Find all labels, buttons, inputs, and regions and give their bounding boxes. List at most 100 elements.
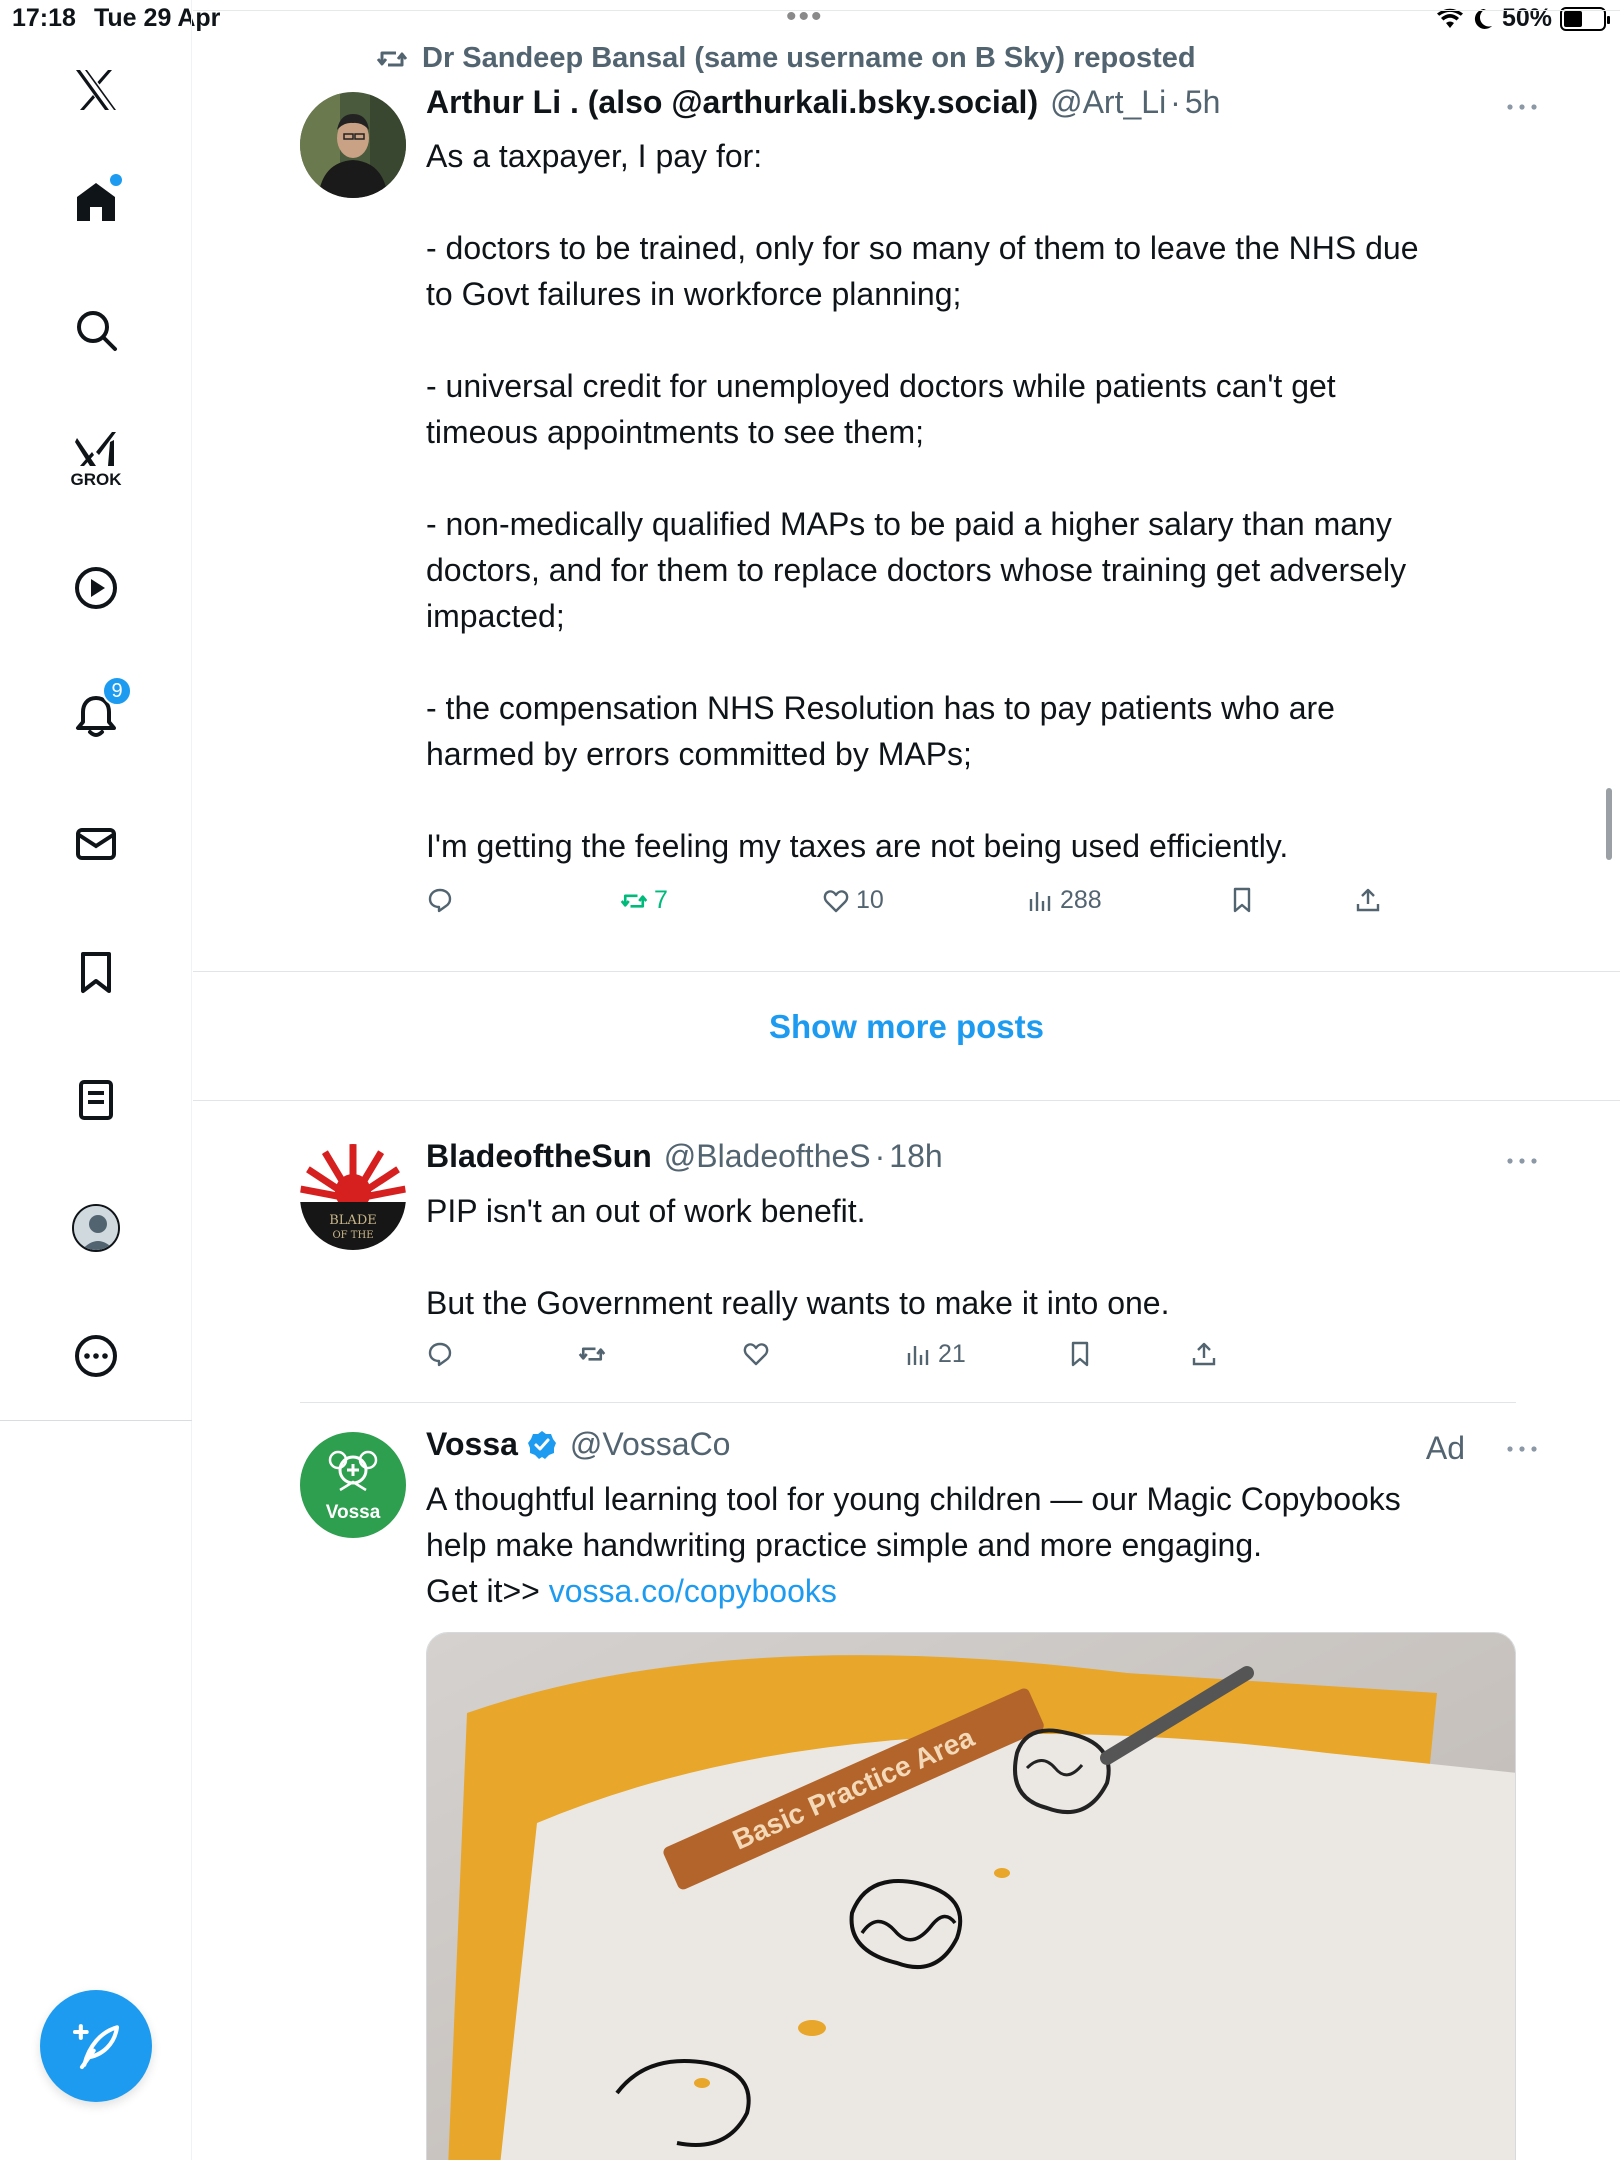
nav-video[interactable] [64, 556, 128, 620]
tweet-actions: 7 10 288 [426, 886, 1426, 926]
tweet-line: - doctors to be trained, only for so man… [426, 230, 1419, 266]
lists-icon [79, 1080, 113, 1120]
nav-grok[interactable]: GROK [64, 420, 128, 489]
author-name[interactable]: Vossa [426, 1426, 518, 1463]
tweet-text: As a taxpayer, I pay for: - doctors to b… [426, 133, 1516, 869]
search-icon [77, 311, 117, 351]
tweet-line: - the compensation NHS Resolution has to… [426, 690, 1335, 726]
bookmark-button[interactable] [1066, 1340, 1094, 1368]
tweet-line: Get it>> vossa.co/copybooks [426, 1568, 1516, 1614]
share-icon [1356, 888, 1380, 912]
nav-home[interactable] [64, 170, 128, 234]
nav-profile[interactable] [64, 1196, 128, 1260]
repost-banner-text: Dr Sandeep Bansal (same username on B Sk… [422, 42, 1196, 74]
cta-prefix: Get it>> [426, 1573, 549, 1609]
ad-link[interactable]: vossa.co/copybooks [549, 1573, 837, 1609]
x-logo[interactable] [64, 58, 128, 122]
reply-button[interactable] [426, 1340, 454, 1368]
more-options-icon[interactable] [1502, 1151, 1542, 1171]
heart-icon [823, 889, 849, 912]
tweet-header: BladeoftheSun @BladeoftheS · 18h [426, 1138, 943, 1175]
top-divider [193, 10, 1620, 11]
scrollbar[interactable] [1606, 788, 1612, 860]
tweet-line: A thoughtful learning tool for young chi… [426, 1481, 1401, 1517]
compose-post-button[interactable] [40, 1990, 152, 2102]
tweet-line: PIP isn't an out of work benefit. [426, 1193, 866, 1229]
author-handle[interactable]: @BladeoftheS [664, 1138, 871, 1175]
tweet-line: - universal credit for unemployed doctor… [426, 368, 1336, 404]
avatar-bladeofthesun[interactable]: BLADE OF THE [300, 1144, 406, 1250]
tweet-line: help make handwriting practice simple an… [426, 1527, 1263, 1563]
more-options-icon[interactable] [1502, 1439, 1542, 1459]
sidebar-divider [0, 1420, 192, 1421]
reply-button[interactable] [426, 886, 454, 914]
divider [193, 1100, 1620, 1101]
nav-messages[interactable] [64, 812, 128, 876]
video-play-icon [75, 567, 117, 609]
like-count: 10 [856, 886, 884, 914]
like-button[interactable] [742, 1340, 770, 1368]
views-chart-icon [1029, 891, 1051, 911]
bookmark-button[interactable] [1228, 886, 1256, 914]
ad-label: Ad [1425, 1430, 1465, 1466]
share-button[interactable] [1190, 1340, 1218, 1368]
copybook-photo: Basic Practice Area [427, 1633, 1515, 2160]
repost-banner[interactable]: Dr Sandeep Bansal (same username on B Sk… [376, 42, 1196, 75]
x-logo-icon [76, 70, 116, 110]
tweet-line: to Govt failures in workforce planning; [426, 276, 962, 312]
nav-lists[interactable] [64, 1068, 128, 1132]
repost-icon [578, 1347, 606, 1361]
tweet-line: But the Government really wants to make … [426, 1285, 1170, 1321]
view-count: 288 [1060, 886, 1102, 914]
notification-count-badge: 9 [102, 676, 132, 706]
repost-button[interactable]: 7 [620, 886, 668, 915]
compose-feather-icon [72, 2024, 120, 2070]
author-handle[interactable]: @VossaCo [570, 1426, 731, 1463]
views-button[interactable]: 21 [904, 1340, 966, 1369]
more-circle-icon [75, 1335, 117, 1377]
nav-more[interactable] [64, 1324, 128, 1388]
home-unread-dot [110, 174, 122, 186]
tweet-line: doctors, and for them to replace doctors… [426, 552, 1407, 588]
separator-dot: · [874, 1138, 886, 1174]
view-count: 21 [938, 1340, 966, 1368]
repost-icon [376, 51, 408, 66]
tweet-line: harmed by errors committed by MAPs; [426, 736, 972, 772]
like-button[interactable]: 10 [822, 886, 884, 915]
tweet-line: impacted; [426, 598, 565, 634]
avatar-vossa[interactable]: Vossa [300, 1432, 406, 1538]
avatar-arthur-li[interactable] [300, 92, 406, 198]
divider [300, 1402, 1516, 1403]
separator-dot: · [1170, 84, 1181, 120]
repost-count: 7 [654, 886, 668, 914]
grok-icon [75, 432, 116, 466]
bookmarks-icon [81, 952, 111, 993]
ad-media-image[interactable]: Basic Practice Area [426, 1632, 1516, 2160]
sidebar: GROK 9 [0, 0, 192, 2160]
tweet-time[interactable]: 18h [889, 1138, 942, 1175]
avatar-text-2: OF THE [332, 1230, 373, 1241]
bookmark-icon [1071, 1341, 1089, 1367]
nav-bookmarks[interactable] [64, 940, 128, 1004]
tweet-line: timeous appointments to see them; [426, 414, 925, 450]
tweet-actions: 21 [426, 1340, 1426, 1380]
tweet-text: A thoughtful learning tool for young chi… [426, 1476, 1516, 1614]
profile-avatar-icon [72, 1204, 120, 1252]
tweet-time[interactable]: 5h [1185, 84, 1221, 121]
nav-notifications[interactable]: 9 [64, 676, 132, 748]
more-options-icon[interactable] [1502, 97, 1542, 117]
repost-button[interactable] [578, 1340, 606, 1368]
views-button[interactable]: 288 [1026, 886, 1102, 915]
author-name[interactable]: BladeoftheSun [426, 1138, 652, 1175]
bookmark-icon [1233, 887, 1251, 913]
tweet-line: As a taxpayer, I pay for: [426, 138, 763, 174]
share-button[interactable] [1354, 886, 1382, 914]
reply-icon [428, 888, 452, 913]
author-handle[interactable]: @Art_Li [1050, 84, 1166, 121]
show-more-posts-link[interactable]: Show more posts [193, 1008, 1620, 1046]
nav-search[interactable] [64, 298, 128, 362]
author-name[interactable]: Arthur Li . (also @arthurkali.bsky.socia… [426, 84, 1038, 121]
reply-icon [428, 1342, 452, 1367]
avatar-text-1: BLADE [329, 1213, 377, 1228]
tweet-line: I'm getting the feeling my taxes are not… [426, 828, 1289, 864]
